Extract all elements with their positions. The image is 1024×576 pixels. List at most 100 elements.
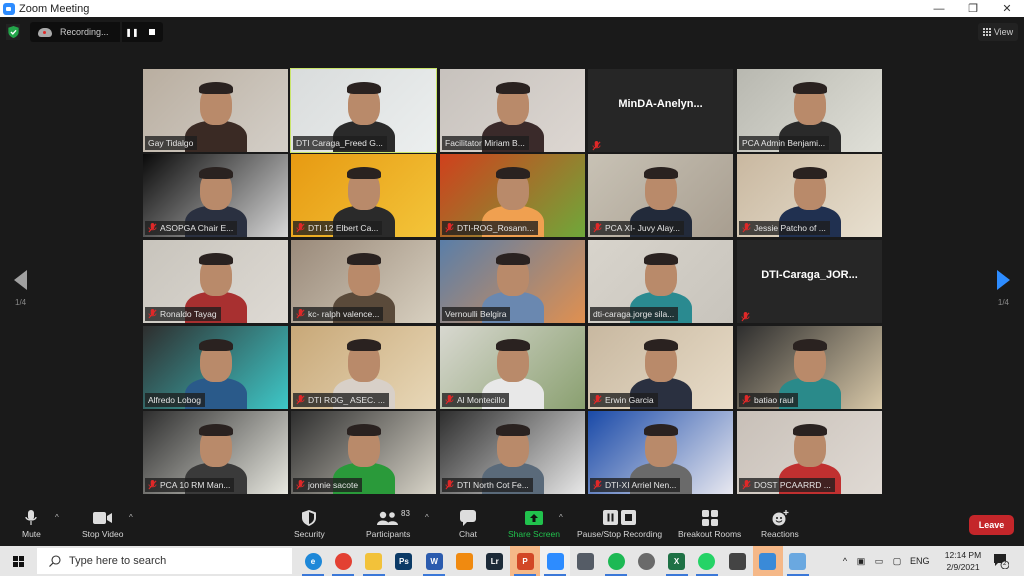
participant-tile[interactable]: Al Montecillo — [440, 326, 585, 409]
participant-tile[interactable]: kc- ralph valence... — [291, 240, 436, 323]
participant-tile[interactable]: Gay Tidalgo — [143, 69, 288, 152]
participant-name: Ronaldo Tayag — [160, 309, 217, 319]
taskbar-app-vlc[interactable] — [450, 546, 480, 576]
participant-hair — [347, 424, 381, 436]
participant-name: PCA XI- Juvy Alay... — [605, 223, 680, 233]
taskbar-app-spotify[interactable] — [601, 546, 631, 576]
participant-tile[interactable]: Erwin Garcia — [588, 326, 733, 409]
show-hidden-icons-chevron-icon[interactable]: ^ — [838, 556, 852, 566]
share-options-caret[interactable]: ^ — [559, 513, 563, 522]
participant-tile[interactable]: Vernoulli Belgira — [440, 240, 585, 323]
taskbar-app-chrome[interactable] — [328, 546, 358, 576]
network-icon[interactable]: ▢ — [888, 556, 906, 567]
breakout-rooms-button[interactable]: Breakout Rooms — [678, 510, 741, 539]
participant-tile[interactable]: PCA Admin Benjami... — [737, 69, 882, 152]
spotify-icon — [607, 552, 625, 570]
taskbar-app-lightroom[interactable]: Lr — [480, 546, 510, 576]
participant-tile[interactable]: DTI ROG_ ASEC. ... — [291, 326, 436, 409]
video-options-caret[interactable]: ^ — [129, 513, 133, 522]
reactions-button[interactable]: Reactions — [761, 510, 799, 539]
leave-button[interactable]: Leave — [969, 515, 1014, 535]
language-indicator[interactable]: ENG — [910, 556, 930, 566]
clock-time: 12:14 PM — [944, 550, 982, 560]
taskbar-app-word[interactable]: W — [419, 546, 449, 576]
taskbar-search-input[interactable] — [69, 555, 269, 567]
taskbar-app-file-explorer[interactable] — [359, 546, 389, 576]
mute-button[interactable]: Mute — [22, 510, 41, 539]
participant-tile[interactable]: dti-caraga.jorge sila... — [588, 240, 733, 323]
view-button[interactable]: View — [978, 23, 1018, 41]
taskbar-app-zoom[interactable] — [540, 546, 571, 576]
participant-name-label: DTI-ROG_Rosann... — [442, 221, 538, 235]
previous-page-arrow-icon[interactable] — [14, 270, 30, 290]
clock-date: 2/9/2021 — [946, 562, 980, 572]
participant-tile[interactable]: MinDA-Anelyn... — [588, 69, 733, 152]
file-explorer-icon — [365, 552, 383, 570]
restore-button[interactable]: ❐ — [956, 0, 990, 17]
taskbar-app-calculator[interactable] — [571, 546, 601, 576]
taskbar-app-printer[interactable] — [722, 546, 752, 576]
taskbar-clock[interactable]: 12:14 PM 2/9/2021 — [940, 549, 986, 573]
word-icon: W — [425, 552, 443, 570]
chat-button[interactable]: Chat — [459, 510, 477, 539]
taskbar-app-powerpoint[interactable]: P — [510, 546, 541, 576]
security-button[interactable]: Security — [294, 510, 325, 539]
participant-tile[interactable]: batiao raul — [737, 326, 882, 409]
participant-tile[interactable]: PCA XI- Juvy Alay... — [588, 154, 733, 237]
stop-video-button[interactable]: Stop Video — [82, 510, 123, 539]
share-screen-button[interactable]: Share Screen — [508, 510, 560, 539]
participants-options-caret[interactable]: ^ — [425, 513, 429, 522]
participant-name: Gay Tidalgo — [148, 138, 194, 148]
taskbar-app-paint[interactable] — [783, 546, 813, 576]
participant-tile[interactable]: Facilitator Miriam B... — [440, 69, 585, 152]
participant-tile[interactable]: DOST PCAARRD ... — [737, 411, 882, 494]
participant-tile[interactable]: PCA 10 RM Man... — [143, 411, 288, 494]
participant-tile[interactable]: Ronaldo Tayag — [143, 240, 288, 323]
participant-hair — [793, 424, 827, 436]
taskbar-app-excel[interactable]: X — [662, 546, 692, 576]
participants-icon — [377, 511, 399, 525]
window-controls: — ❐ ✕ — [922, 0, 1024, 17]
participant-hair — [793, 82, 827, 94]
participant-tile[interactable]: DTI North Cot Fe... — [440, 411, 585, 494]
participant-tile[interactable]: DTI-XI Arriel Nen... — [588, 411, 733, 494]
participant-tile[interactable]: DTI-Caraga_JOR... — [737, 240, 882, 323]
taskbar-app-people-app[interactable] — [752, 546, 783, 576]
taskbar-app-camera[interactable] — [631, 546, 661, 576]
taskbar-search-box[interactable] — [37, 548, 292, 574]
participant-tile[interactable]: ASOPGA Chair E... — [143, 154, 288, 237]
muted-microphone-icon — [445, 395, 454, 405]
participant-tile[interactable]: Jessie Patcho of ... — [737, 154, 882, 237]
people-app-icon — [759, 552, 776, 570]
meet-now-icon[interactable]: ▣ — [852, 556, 870, 567]
recording-label: Recording... — [60, 27, 109, 37]
participant-name: dti-caraga.jorge sila... — [593, 309, 675, 319]
action-center-button[interactable]: 2 — [993, 553, 1010, 570]
participant-hair — [347, 253, 381, 265]
participant-hair — [496, 253, 530, 265]
taskbar-app-edge[interactable]: e — [298, 546, 328, 576]
next-page-arrow-icon[interactable] — [994, 270, 1010, 290]
participant-tile[interactable]: jonnie sacote — [291, 411, 436, 494]
pause-stop-recording-button[interactable]: Pause/Stop Recording — [577, 510, 662, 539]
stop-recording-button[interactable] — [142, 22, 162, 42]
pause-recording-button[interactable]: ❚❚ — [122, 22, 142, 42]
participant-tile[interactable]: DTI-ROG_Rosann... — [440, 154, 585, 237]
minimize-button[interactable]: — — [922, 0, 956, 17]
taskbar-app-whatsapp[interactable] — [692, 546, 722, 576]
audio-options-caret[interactable]: ^ — [55, 513, 59, 522]
security-shield-icon[interactable] — [6, 24, 20, 40]
participant-hair — [347, 82, 381, 94]
close-button[interactable]: ✕ — [990, 0, 1024, 17]
participant-tile[interactable]: Alfredo Lobog — [143, 326, 288, 409]
window-title: Zoom Meeting — [19, 2, 90, 15]
participant-tile[interactable]: DTI 12 Elbert Ca... — [291, 154, 436, 237]
participant-tile[interactable]: DTI Caraga_Freed G... — [290, 68, 437, 153]
participant-hair — [496, 424, 530, 436]
start-button[interactable] — [0, 546, 36, 576]
muted-microphone-icon — [296, 309, 305, 319]
meeting-toolbar: Mute ^ Stop Video ^ Security Participant… — [0, 505, 1024, 546]
share-screen-arrow-icon — [524, 511, 543, 525]
taskbar-app-photoshop[interactable]: Ps — [389, 546, 419, 576]
battery-icon[interactable]: ▭ — [870, 556, 888, 567]
